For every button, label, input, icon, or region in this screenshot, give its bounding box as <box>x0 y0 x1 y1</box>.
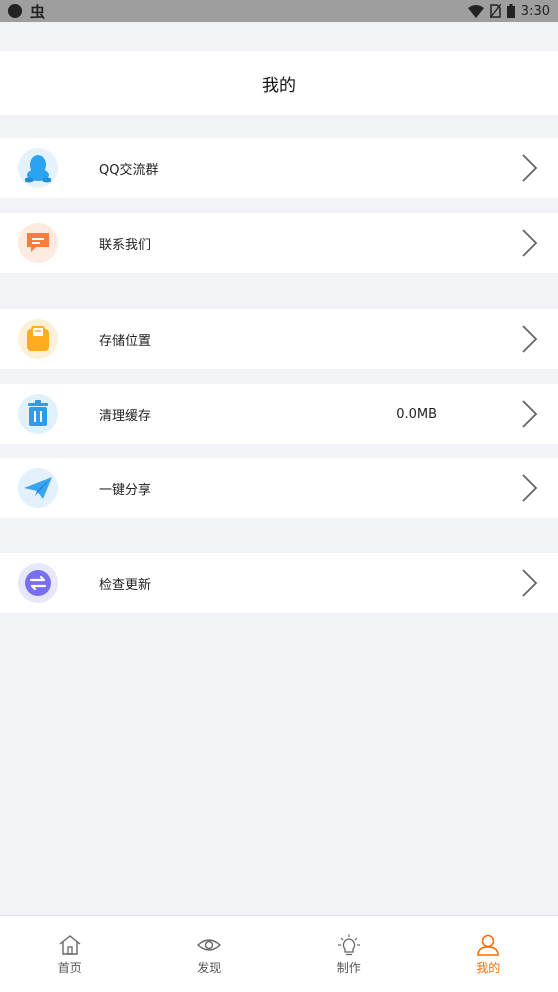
user-icon <box>477 934 500 956</box>
menu-item-contact-us[interactable]: 联系我们 <box>0 213 558 273</box>
bottom-tab-bar: 首页 发现 制作 我的 <box>0 915 558 992</box>
wifi-icon <box>467 4 484 18</box>
tab-discover-label: 发现 <box>197 961 222 975</box>
lightbulb-icon <box>337 934 360 956</box>
trash-icon <box>18 394 58 434</box>
page-title: 我的 <box>262 75 296 96</box>
notification-dot-icon <box>8 4 22 18</box>
tab-discover[interactable]: 发现 <box>140 916 280 992</box>
paper-plane-icon <box>18 468 58 508</box>
menu-item-label: 联系我们 <box>99 237 152 253</box>
tab-mine-label: 我的 <box>476 961 501 975</box>
home-icon <box>59 935 81 955</box>
tab-home-label: 首页 <box>57 961 82 975</box>
page-header: 我的 <box>0 51 558 115</box>
chevron-right-icon <box>522 400 538 428</box>
menu-item-label: 检查更新 <box>99 577 152 593</box>
storage-icon <box>18 319 58 359</box>
qq-penguin-icon <box>18 148 58 188</box>
chevron-right-icon <box>522 154 538 182</box>
cache-size-value: 0.0MB <box>396 406 437 422</box>
chat-bubble-icon <box>18 223 58 263</box>
notification-app-icon: 虫 <box>30 2 46 21</box>
no-sim-icon <box>489 4 501 18</box>
menu-item-check-update[interactable]: 检查更新 <box>0 553 558 613</box>
menu-item-qq-group[interactable]: QQ交流群 <box>0 138 558 198</box>
tab-mine[interactable]: 我的 <box>419 916 558 992</box>
menu-item-storage-location[interactable]: 存储位置 <box>0 309 558 369</box>
chevron-right-icon <box>522 569 538 597</box>
menu-item-share[interactable]: 一键分享 <box>0 458 558 518</box>
refresh-arrows-icon <box>18 563 58 603</box>
battery-icon <box>506 4 515 18</box>
eye-icon <box>197 939 222 951</box>
chevron-right-icon <box>522 474 538 502</box>
tab-create-label: 制作 <box>336 961 361 975</box>
menu-item-label: 存储位置 <box>99 333 152 349</box>
menu-item-clear-cache[interactable]: 清理缓存 0.0MB <box>0 384 558 444</box>
chevron-right-icon <box>522 325 538 353</box>
status-time: 3:30 <box>520 3 550 19</box>
status-bar: 虫 3:30 <box>0 0 558 22</box>
menu-item-label: QQ交流群 <box>99 162 159 178</box>
chevron-right-icon <box>522 229 538 257</box>
tab-home[interactable]: 首页 <box>0 916 140 992</box>
tab-create[interactable]: 制作 <box>279 916 419 992</box>
menu-item-label: 一键分享 <box>99 482 152 498</box>
menu-item-label: 清理缓存 <box>99 408 152 424</box>
